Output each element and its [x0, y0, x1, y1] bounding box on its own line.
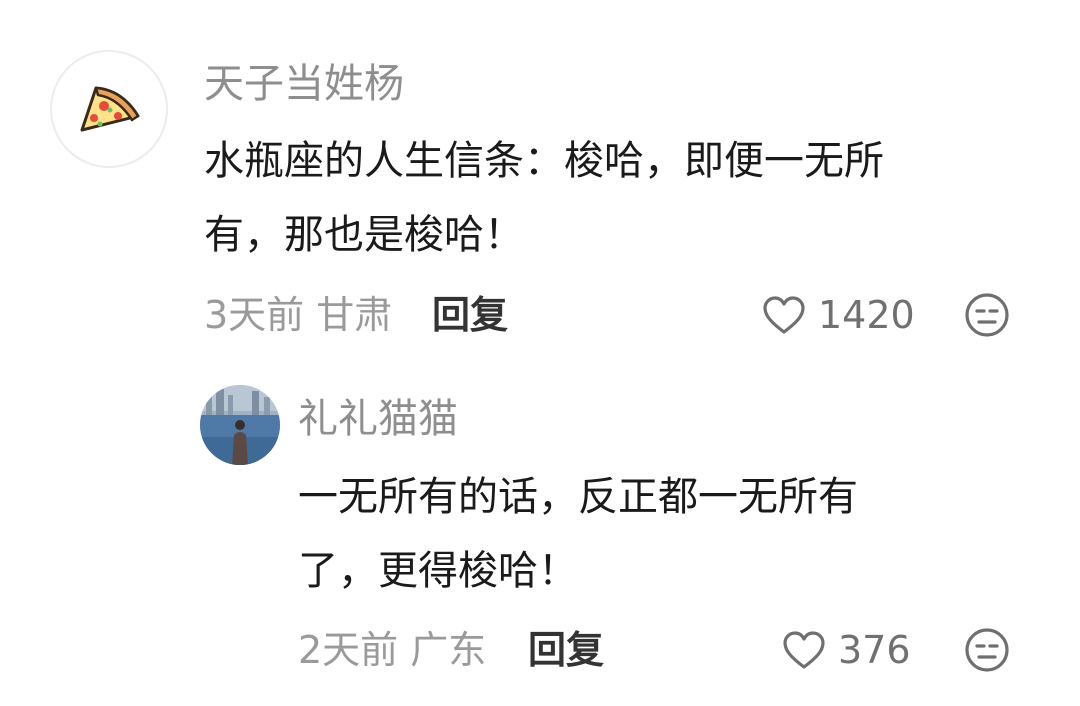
comment-text-line: 水瓶座的人生信条：梭哈，即便一无所 [204, 138, 884, 184]
reply-text-line: 了，更得梭哈！ [298, 548, 578, 594]
photo-avatar-icon [200, 385, 280, 465]
heart-icon [763, 296, 805, 334]
user-avatar[interactable] [50, 50, 168, 168]
comment-text-line: 有，那也是梭哈！ [204, 212, 524, 258]
heart-icon [783, 631, 825, 669]
pizza-icon [80, 86, 140, 132]
comment-meta: 3天前 甘肃 [204, 290, 392, 340]
reply-location: 广东 [410, 628, 487, 672]
like-count: 376 [838, 628, 911, 672]
like-button[interactable]: 1420 [762, 290, 915, 340]
reply-username[interactable]: 礼礼猫猫 [298, 393, 458, 445]
reply-time: 2天前 [298, 628, 399, 672]
comment-location: 甘肃 [316, 293, 393, 337]
like-count: 1420 [818, 293, 915, 337]
user-avatar[interactable] [200, 385, 280, 465]
emoji-reaction-icon[interactable] [964, 627, 1010, 673]
comment-username[interactable]: 天子当姓杨 [204, 58, 404, 110]
reply-meta: 2天前 广东 [298, 625, 486, 675]
reply-button[interactable]: 回复 [432, 290, 508, 340]
comment-item: 天子当姓杨 水瓶座的人生信条：梭哈，即便一无所 有，那也是梭哈！ 3天前 甘肃 回… [0, 0, 1080, 360]
reply-comment-item: 礼礼猫猫 一无所有的话，反正都一无所有 了，更得梭哈！ 2天前 广东 回复 376 [0, 360, 1080, 706]
comment-time: 3天前 [204, 293, 305, 337]
reply-button[interactable]: 回复 [528, 625, 604, 675]
like-button[interactable]: 376 [782, 625, 911, 675]
reply-text-line: 一无所有的话，反正都一无所有 [298, 474, 858, 520]
emoji-reaction-icon[interactable] [964, 292, 1010, 338]
